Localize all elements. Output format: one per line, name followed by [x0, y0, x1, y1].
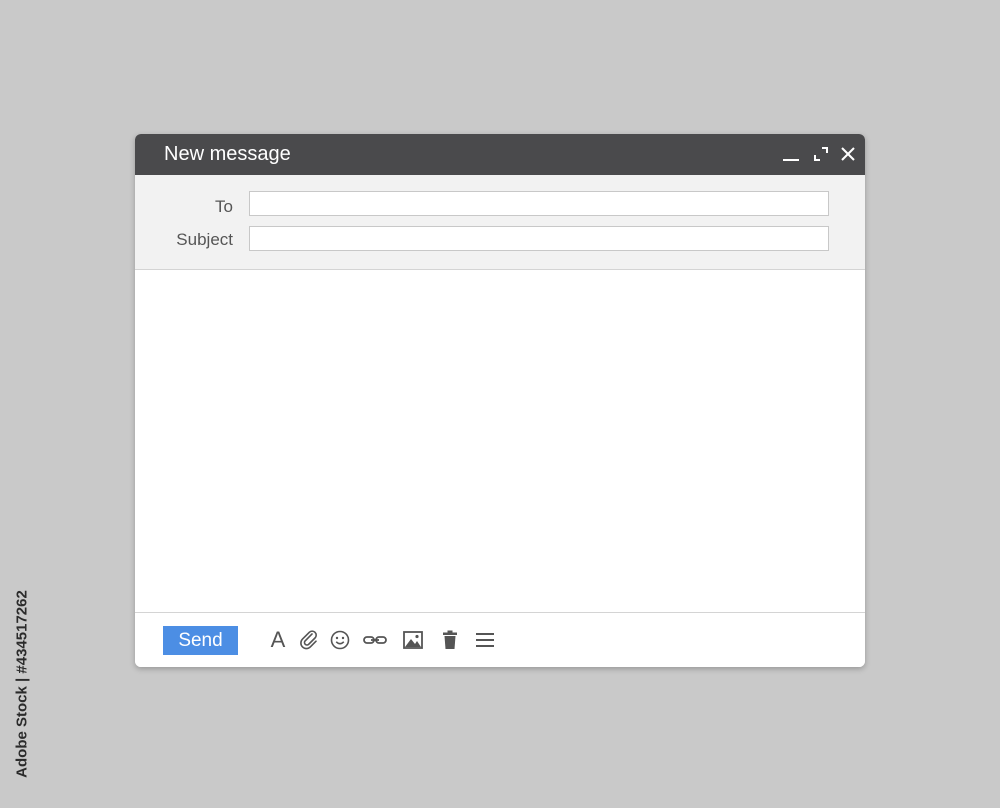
page-background: New message To Subject Send A Adobe Stoc… [0, 0, 1000, 808]
stock-watermark: Adobe Stock | #434517262 [10, 572, 34, 796]
expand-icon[interactable] [811, 144, 831, 164]
emoji-icon[interactable] [327, 627, 353, 653]
format-text-icon[interactable]: A [265, 627, 291, 653]
compose-toolbar: Send A [135, 612, 865, 667]
minimize-icon[interactable] [781, 144, 801, 164]
message-body[interactable] [135, 270, 865, 612]
subject-label: Subject [176, 230, 233, 249]
message-header: To Subject [135, 175, 865, 270]
to-field[interactable] [249, 191, 829, 216]
compose-window: New message To Subject Send A [135, 134, 865, 667]
subject-field[interactable] [249, 226, 829, 251]
window-title: New message [164, 143, 291, 165]
image-icon[interactable] [400, 627, 426, 653]
format-text-glyph: A [270, 627, 286, 652]
delete-icon[interactable] [437, 627, 463, 653]
more-options-icon[interactable] [472, 627, 498, 653]
stock-watermark-text: Adobe Stock | #434517262 [13, 590, 31, 778]
title-bar: New message [135, 134, 865, 175]
link-icon[interactable] [362, 627, 388, 653]
close-icon[interactable] [838, 144, 858, 164]
attach-icon[interactable] [296, 627, 322, 653]
to-label: To [215, 197, 233, 216]
send-button[interactable]: Send [163, 626, 238, 655]
